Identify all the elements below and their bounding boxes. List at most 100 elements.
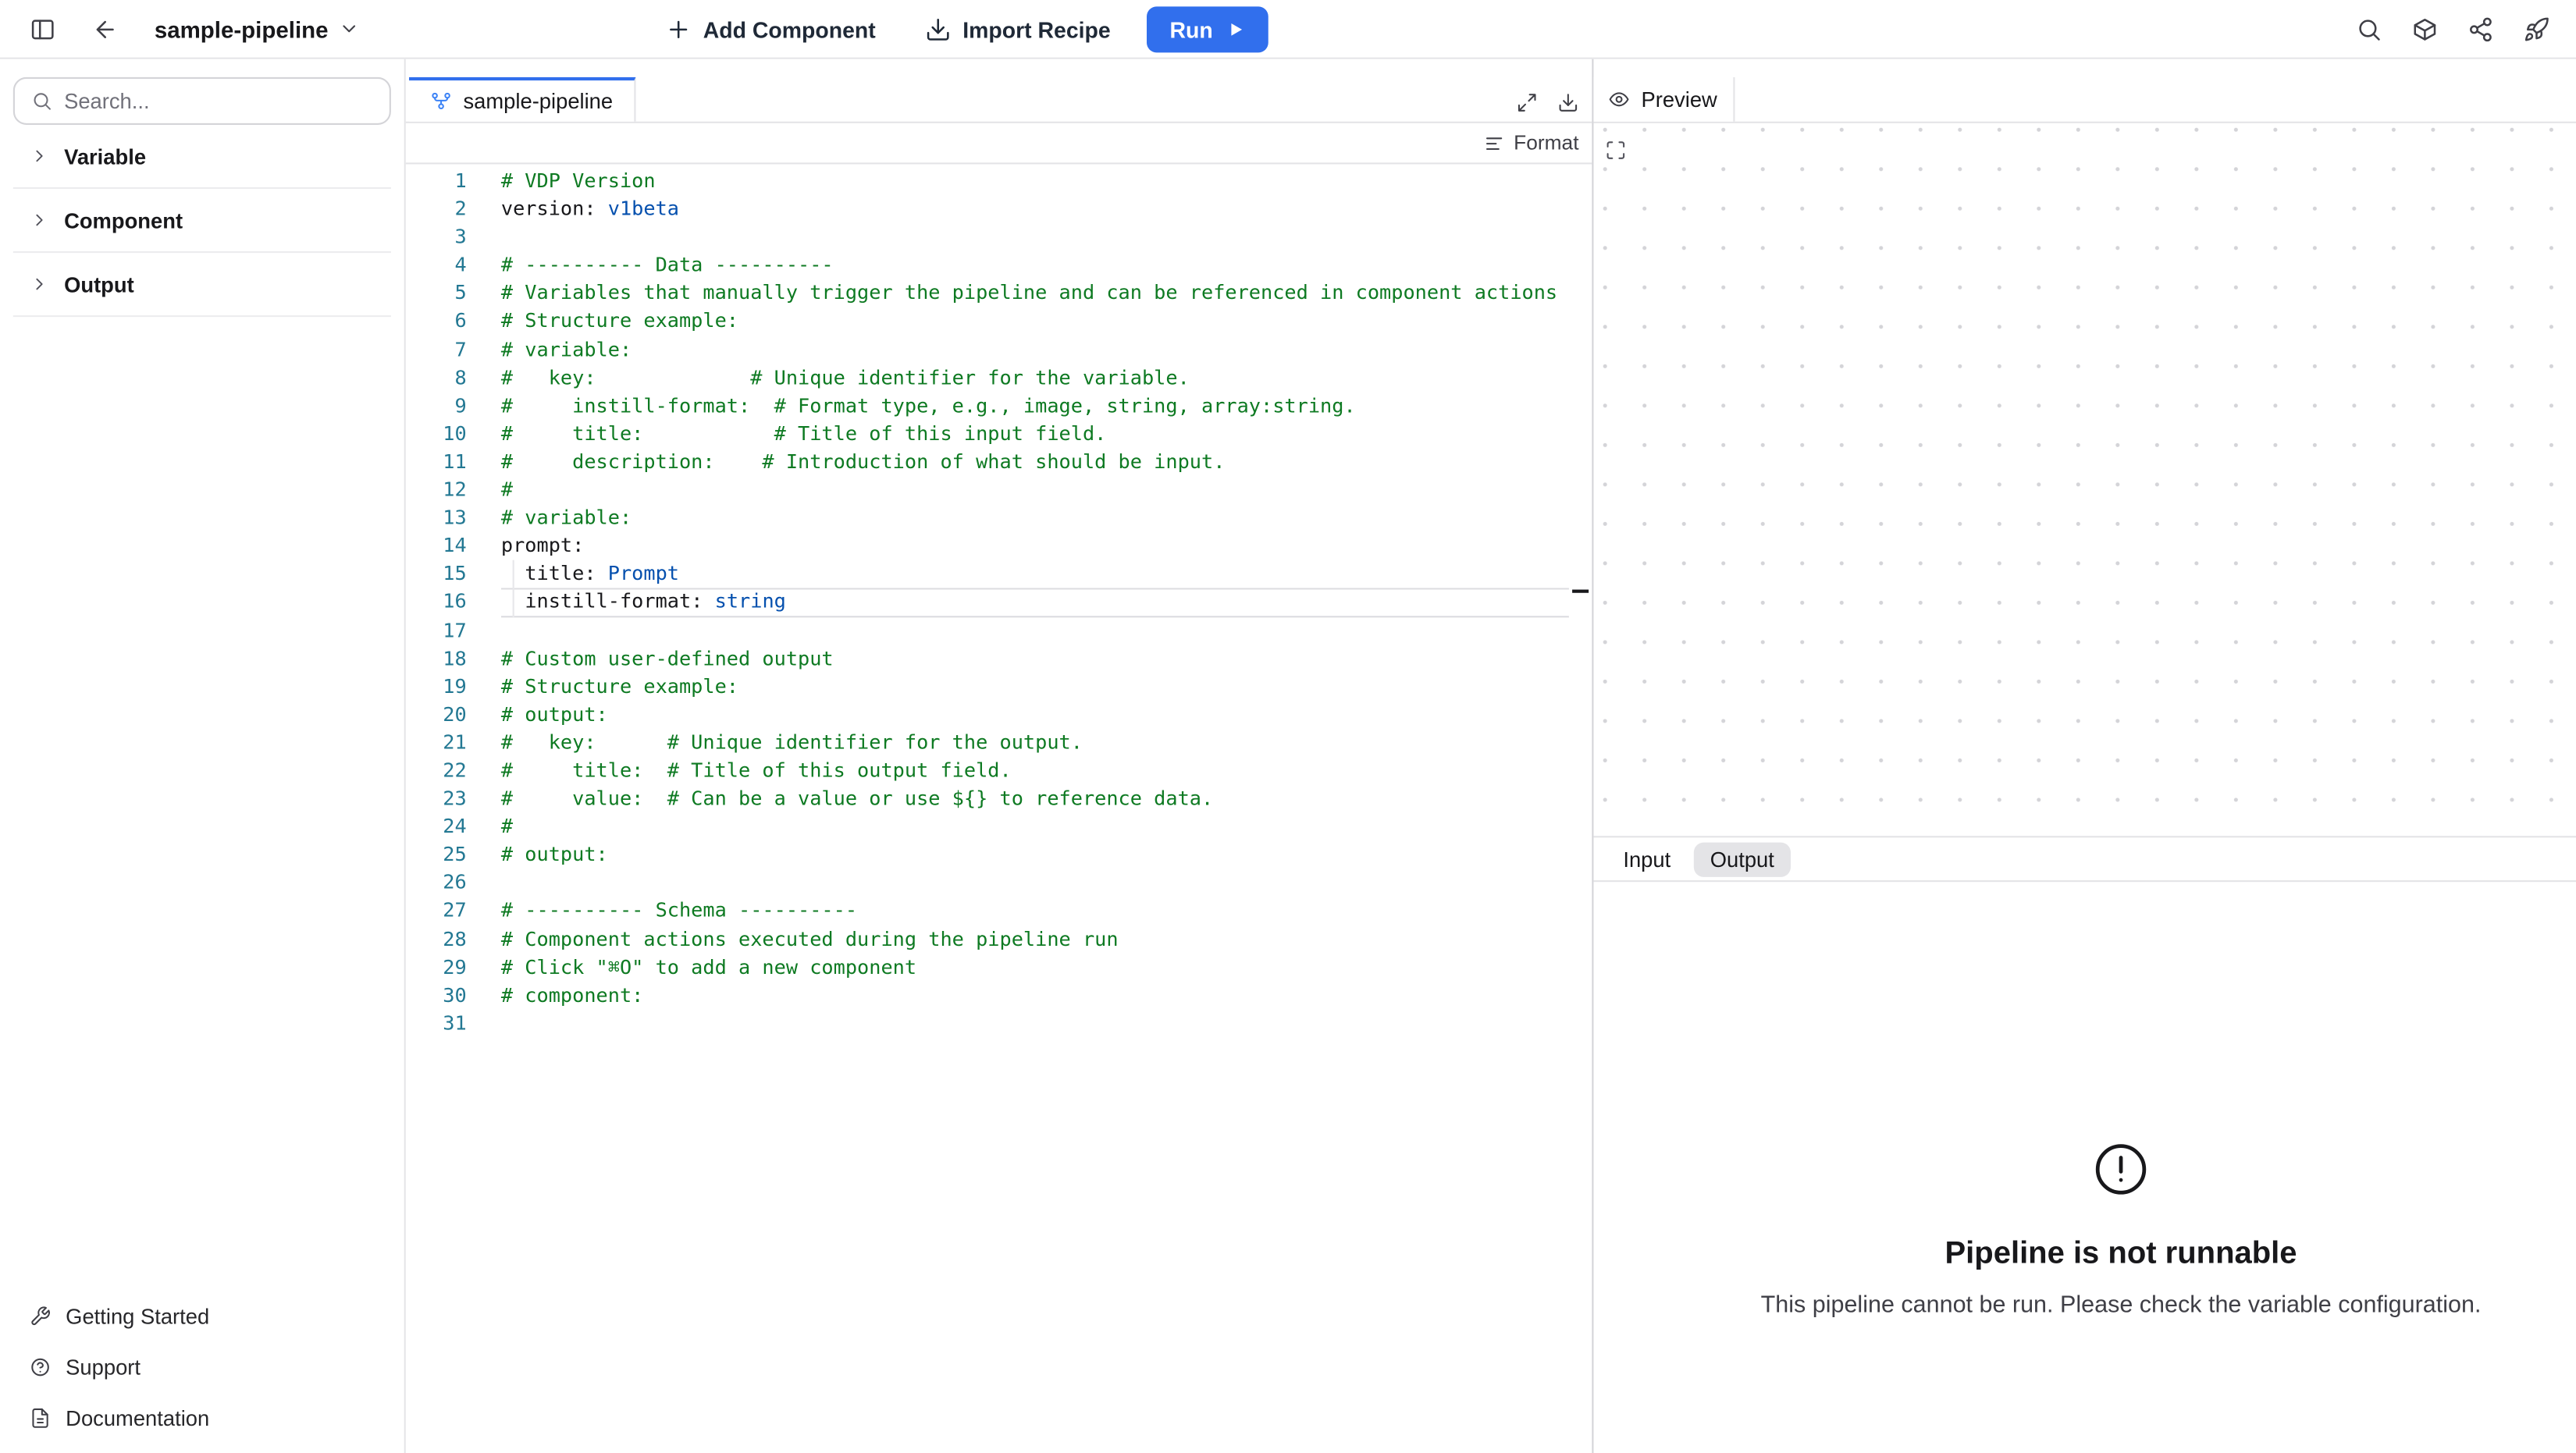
line-number: 24 [443, 815, 467, 838]
format-label: Format [1514, 131, 1579, 155]
code-line[interactable]: # key: # Unique identifier for the outpu… [501, 729, 1569, 757]
code-row[interactable]: 24 # [406, 813, 1569, 841]
line-number: 5 [454, 281, 467, 305]
format-button[interactable]: Format [1484, 131, 1579, 155]
code-line[interactable] [501, 1010, 1569, 1038]
line-number: 21 [443, 730, 467, 754]
code-row[interactable]: 13 # variable: [406, 504, 1569, 532]
code-row[interactable]: 18 # Custom user-defined output [406, 645, 1569, 673]
getting-started-link[interactable]: Getting Started [13, 1291, 391, 1341]
code-line[interactable]: instill-format: string [501, 588, 1569, 617]
code-line[interactable]: version: v1beta [501, 196, 1569, 224]
code-row[interactable]: 6 # Structure example: [406, 308, 1569, 336]
code-line[interactable]: # title: # Title of this input field. [501, 420, 1569, 448]
code-line[interactable]: # ---------- Schema ---------- [501, 897, 1569, 925]
code-line[interactable]: title: Prompt [501, 560, 1569, 589]
code-line[interactable]: # Structure example: [501, 673, 1569, 701]
support-link[interactable]: Support [13, 1341, 391, 1392]
code-line[interactable]: # output: [501, 841, 1569, 869]
back-button[interactable] [82, 5, 128, 52]
code-row[interactable]: 4 # ---------- Data ---------- [406, 252, 1569, 280]
release-button[interactable] [2514, 6, 2560, 52]
code-row[interactable]: 27 # ---------- Schema ---------- [406, 897, 1569, 925]
code-line[interactable]: prompt: [501, 532, 1569, 560]
code-row[interactable]: 29 # Click "⌘O" to add a new component [406, 954, 1569, 982]
run-button[interactable]: Run [1147, 6, 1269, 53]
code-line[interactable]: # value: # Can be a value or use ${} to … [501, 785, 1569, 813]
preview-tab[interactable]: Preview [1593, 76, 1735, 122]
code-line[interactable]: # output: [501, 701, 1569, 729]
code-row[interactable]: 25 # output: [406, 841, 1569, 869]
code-row[interactable]: 31 [406, 1010, 1569, 1038]
components-button[interactable] [2402, 6, 2448, 52]
code-line[interactable]: # component: [501, 982, 1569, 1010]
sidebar-section-component[interactable]: Component [12, 189, 391, 254]
code-line[interactable] [501, 224, 1569, 252]
line-number: 26 [443, 871, 467, 894]
output-tab[interactable]: Output [1693, 841, 1791, 876]
download-recipe-button[interactable] [1557, 92, 1578, 113]
code-row[interactable]: 12 # [406, 476, 1569, 504]
code-line[interactable]: # Click "⌘O" to add a new component [501, 954, 1569, 982]
code-line[interactable]: # key: # Unique identifier for the varia… [501, 364, 1569, 392]
code-row[interactable]: 23 # value: # Can be a value or use ${} t… [406, 785, 1569, 813]
documentation-link[interactable]: Documentation [13, 1393, 391, 1444]
code-row[interactable]: 17 [406, 616, 1569, 645]
code-row[interactable]: 10 # title: # Title of this input field. [406, 420, 1569, 448]
code-line[interactable]: # instill-format: # Format type, e.g., i… [501, 392, 1569, 420]
code-row[interactable]: 1 # VDP Version [406, 168, 1569, 196]
preview-tabstrip: Preview [1593, 59, 2576, 123]
code-row[interactable]: 16 instill-format: string [406, 588, 1569, 617]
code-line[interactable]: # title: # Title of this output field. [501, 757, 1569, 785]
editor-tab-sample-pipeline[interactable]: sample-pipeline [409, 76, 636, 122]
code-row[interactable]: 14 prompt: [406, 532, 1569, 560]
play-icon [1231, 23, 1243, 36]
left-sidebar: Variable Component Output Getting Starte… [0, 59, 406, 1453]
pipeline-canvas[interactable] [1593, 123, 2576, 838]
code-line[interactable]: # Variables that manually trigger the pi… [501, 280, 1569, 308]
code-row[interactable]: 2 version: v1beta [406, 196, 1569, 224]
code-line[interactable]: # [501, 476, 1569, 504]
code-row[interactable]: 30 # component: [406, 982, 1569, 1010]
line-number: 17 [443, 618, 467, 641]
code-line[interactable] [501, 616, 1569, 645]
add-component-button[interactable]: Add Component [653, 6, 889, 52]
code-row[interactable]: 11 # description: # Introduction of what … [406, 448, 1569, 476]
code-line[interactable]: # [501, 813, 1569, 841]
code-row[interactable]: 22 # title: # Title of this output field. [406, 757, 1569, 785]
sidebar-section-variable[interactable]: Variable [12, 125, 391, 190]
search-button[interactable] [2346, 6, 2392, 52]
code-line[interactable] [501, 869, 1569, 897]
expand-editor-button[interactable] [1517, 92, 1538, 113]
code-line[interactable]: # Component actions executed during the … [501, 925, 1569, 954]
fit-view-button[interactable] [1605, 140, 1626, 161]
code-line[interactable]: # VDP Version [501, 168, 1569, 196]
documentation-icon [32, 1408, 48, 1428]
code-line[interactable]: # Custom user-defined output [501, 645, 1569, 673]
code-row[interactable]: 5 # Variables that manually trigger the p… [406, 280, 1569, 308]
sidebar-search[interactable] [12, 76, 391, 125]
code-editor[interactable]: 1 # VDP Version 2 version: v1beta 3 4 # ------… [406, 164, 1592, 1453]
code-row[interactable]: 3 [406, 224, 1569, 252]
code-row[interactable]: 7 # variable: [406, 336, 1569, 364]
code-line[interactable]: # description: # Introduction of what sh… [501, 448, 1569, 476]
code-row[interactable]: 19 # Structure example: [406, 673, 1569, 701]
code-row[interactable]: 26 [406, 869, 1569, 897]
code-line[interactable]: # ---------- Data ---------- [501, 252, 1569, 280]
code-row[interactable]: 9 # instill-format: # Format type, e.g., … [406, 392, 1569, 420]
code-row[interactable]: 21 # key: # Unique identifier for the out… [406, 729, 1569, 757]
search-input[interactable] [64, 88, 373, 114]
code-row[interactable]: 8 # key: # Unique identifier for the vari… [406, 364, 1569, 392]
pipeline-name-dropdown[interactable]: sample-pipeline [155, 16, 360, 42]
sidebar-section-output[interactable]: Output [12, 253, 391, 318]
share-button[interactable] [2457, 6, 2503, 52]
import-recipe-button[interactable]: Import Recipe [912, 6, 1124, 52]
code-line[interactable]: # variable: [501, 504, 1569, 532]
code-line[interactable]: # Structure example: [501, 308, 1569, 336]
code-row[interactable]: 15 title: Prompt [406, 560, 1569, 589]
sidebar-toggle-button[interactable] [20, 5, 66, 52]
code-row[interactable]: 28 # Component actions executed during th… [406, 925, 1569, 954]
input-tab[interactable]: Input [1606, 842, 1687, 876]
code-line[interactable]: # variable: [501, 336, 1569, 364]
code-row[interactable]: 20 # output: [406, 701, 1569, 729]
